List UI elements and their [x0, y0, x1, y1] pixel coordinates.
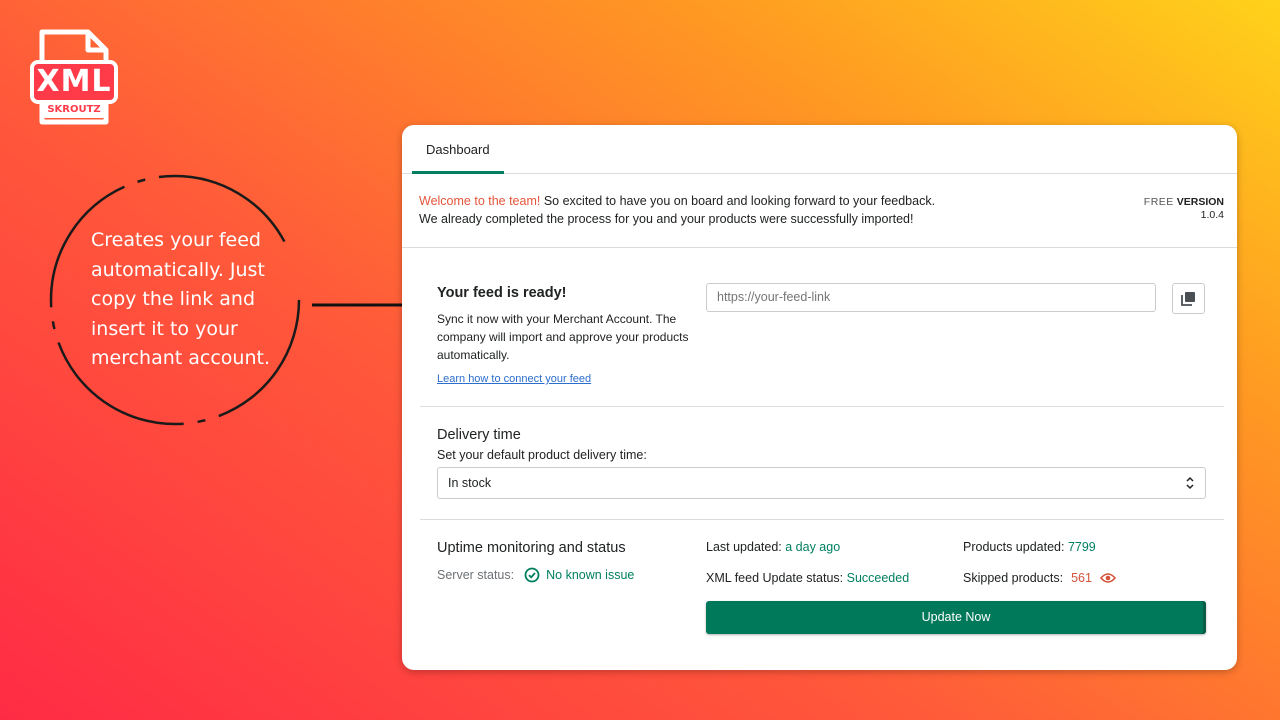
delivery-time-select[interactable]: In stock [437, 467, 1206, 499]
logo-xml-text: XML [36, 64, 112, 99]
delivery-title: Delivery time [437, 427, 521, 443]
version-free: FREE [1143, 196, 1174, 208]
version-label-row: FREE VERSION [1144, 196, 1224, 209]
welcome-banner: Welcome to the team! So excited to have … [402, 174, 1237, 248]
app-panel: Dashboard Welcome to the team! So excite… [402, 125, 1237, 670]
skipped-products: Skipped products: 561 [963, 571, 1116, 585]
server-status-label: Server status: [437, 568, 515, 582]
callout-text: Creates your feed automatically. Just co… [91, 229, 270, 369]
version-number: 1.0.4 [1200, 209, 1224, 221]
learn-connect-feed-link[interactable]: Learn how to connect your feed [437, 373, 591, 385]
welcome-line-1-rest: So excited to have you on board and look… [540, 194, 936, 208]
delivery-selected-value: In stock [448, 476, 492, 490]
status-title: Uptime monitoring and status [437, 540, 626, 556]
select-arrows-icon [1186, 476, 1194, 490]
last-updated-label: Last updated: [706, 540, 782, 554]
xml-update-status: XML feed Update status: Succeeded [706, 571, 909, 585]
last-updated-value: a day ago [785, 540, 841, 554]
feed-link-input[interactable] [706, 283, 1156, 312]
server-status-value: No known issue [546, 568, 635, 582]
update-now-button[interactable]: Update Now [706, 601, 1206, 634]
copy-button[interactable] [1172, 283, 1205, 314]
delivery-subtitle: Set your default product delivery time: [437, 448, 647, 462]
status-section: Uptime monitoring and status Server stat… [420, 519, 1224, 670]
welcome-line-2: We already completed the process for you… [419, 212, 914, 226]
welcome-highlight: Welcome to the team! [419, 194, 541, 208]
copy-icon [1181, 292, 1195, 306]
version-info: FREE VERSION 1.0.4 [1144, 196, 1224, 222]
version-label: VERSION [1176, 196, 1224, 208]
skipped-value: 561 [1071, 571, 1092, 585]
feed-description: Sync it now with your Merchant Account. … [437, 312, 689, 362]
callout-circle: Creates your feed automatically. Just co… [48, 173, 302, 427]
tab-bar: Dashboard [402, 125, 1237, 174]
welcome-line-1: Welcome to the team! So excited to have … [419, 194, 935, 208]
feed-section: Your feed is ready! Sync it now with you… [420, 247, 1224, 407]
tab-dashboard[interactable]: Dashboard [412, 125, 504, 174]
xml-status-value: Succeeded [846, 571, 910, 585]
check-circle-icon [524, 567, 540, 583]
logo-skroutz-text: SKROUTZ [47, 104, 101, 115]
products-updated: Products updated: 7799 [963, 540, 1096, 554]
products-updated-value: 7799 [1067, 540, 1096, 554]
last-updated: Last updated: a day ago [706, 540, 840, 554]
eye-icon[interactable] [1099, 572, 1116, 584]
skipped-label: Skipped products: [963, 571, 1064, 585]
feed-title: Your feed is ready! [437, 285, 567, 301]
xml-status-label: XML feed Update status: [706, 571, 844, 585]
delivery-section: Delivery time Set your default product d… [420, 406, 1224, 520]
server-status: Server status: No known issue [437, 567, 634, 583]
products-updated-label: Products updated: [963, 540, 1065, 554]
xml-skroutz-logo: XML SKROUTZ [30, 28, 118, 126]
